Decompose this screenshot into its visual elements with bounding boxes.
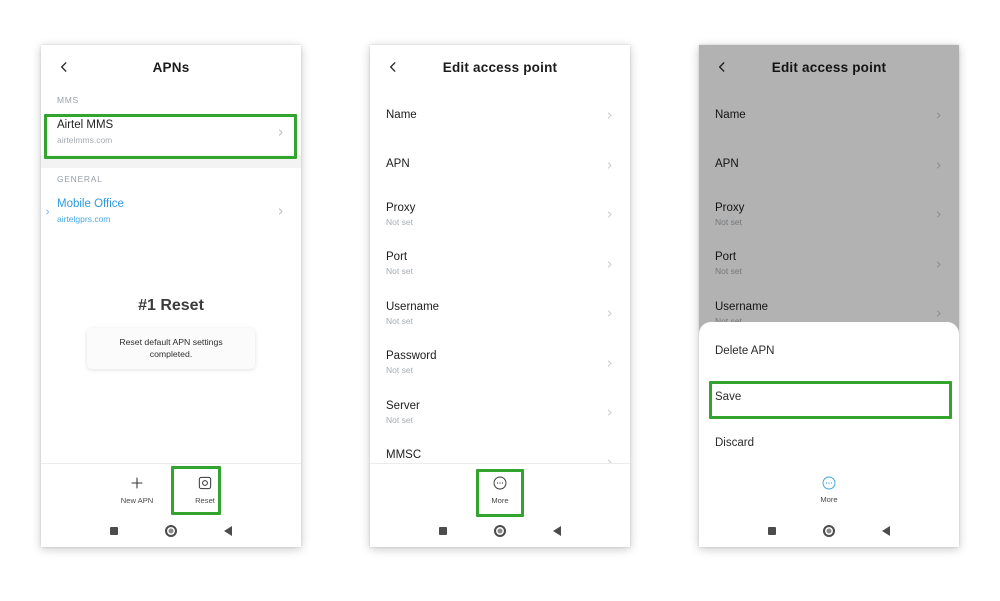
screen-edit-access-point-sheet: Edit access point Name APN Proxy Not set…: [699, 45, 959, 547]
reset-button[interactable]: Reset: [182, 471, 228, 509]
setting-value: Not set: [386, 216, 413, 227]
setting-title: Port: [386, 251, 408, 264]
screen-edit-access-point: Edit access point Name APN Proxy Not set…: [370, 45, 630, 547]
chevron-right-icon: [604, 307, 614, 321]
setting-title: Name: [386, 108, 417, 121]
appbar-apns: APNs: [41, 45, 301, 89]
phone-screen-edit-apn-sheet: Edit access point Name APN Proxy Not set…: [699, 45, 959, 547]
new-apn-label: New APN: [120, 495, 154, 505]
system-nav-bar: [699, 515, 959, 547]
page-title: Edit access point: [442, 59, 558, 75]
home-circle-icon[interactable]: [164, 525, 177, 537]
list-item-title: Airtel MMS: [57, 119, 114, 131]
chevron-right-icon: [604, 208, 614, 222]
reset-label: Reset: [195, 495, 215, 505]
setting-title: Password: [386, 350, 437, 363]
reset-icon: [197, 475, 214, 492]
appbar-edit-access-point: Edit access point: [370, 45, 630, 89]
list-item-title: Mobile Office: [57, 198, 124, 211]
more-label: More: [491, 495, 509, 505]
list-item-texts: Airtel MMS airtelmms.com: [57, 118, 275, 146]
menu-item-save[interactable]: Save: [699, 374, 959, 420]
setting-texts: Username Not set: [386, 300, 604, 328]
setting-title: APN: [386, 158, 410, 171]
list-item-texts: Mobile Office airtelgprs.com: [57, 197, 275, 225]
page-title: APNs: [152, 59, 190, 75]
setting-texts: Proxy Not set: [386, 201, 604, 229]
setting-title: Server: [386, 399, 420, 412]
section-label-mms: MMS: [57, 95, 79, 105]
action-bar-apns: New APN Reset: [41, 463, 301, 515]
recents-square-icon[interactable]: [439, 527, 448, 535]
chevron-right-icon: [604, 158, 614, 172]
chevron-right-icon: [604, 257, 614, 271]
more-circle-icon: [492, 475, 509, 492]
phone-screen-apn-list: APNs MMS Airtel MMS airtelmms.com GENERA…: [41, 45, 301, 547]
chevron-right-icon: [604, 406, 614, 420]
setting-row-password[interactable]: Password Not set: [370, 339, 630, 389]
screenshot-canvas: APNs MMS Airtel MMS airtelmms.com GENERA…: [0, 0, 1000, 601]
back-triangle-icon[interactable]: [223, 526, 232, 536]
setting-title: Proxy: [386, 201, 416, 214]
setting-texts: Port Not set: [386, 250, 604, 278]
setting-row-port[interactable]: Port Not set: [370, 240, 630, 290]
selected-marker-icon: [44, 207, 51, 217]
more-button[interactable]: More: [806, 470, 852, 508]
settings-list: Name APN Proxy Not set Port Not set User…: [370, 89, 630, 487]
chevron-right-icon: [275, 205, 285, 219]
setting-value: Not set: [386, 365, 413, 376]
setting-row-apn[interactable]: APN: [370, 141, 630, 191]
chevron-right-icon: [604, 356, 614, 370]
section-label-general: GENERAL: [57, 174, 103, 185]
setting-texts: Password Not set: [386, 349, 604, 377]
more-label: More: [820, 495, 838, 504]
chevron-right-icon: [275, 125, 285, 139]
home-circle-icon[interactable]: [493, 525, 506, 537]
system-nav-bar: [41, 515, 301, 547]
step-heading: #1 Reset: [138, 296, 204, 314]
list-item-airtel-mms[interactable]: Airtel MMS airtelmms.com: [41, 109, 301, 156]
phone-screen-edit-apn: Edit access point Name APN Proxy Not set…: [370, 45, 630, 547]
menu-item-delete-apn[interactable]: Delete APN: [699, 328, 959, 374]
setting-value: Not set: [386, 315, 413, 326]
setting-texts: Server Not set: [386, 399, 604, 427]
toast-message: Reset default APN settings completed.: [87, 327, 255, 370]
setting-texts: Name: [386, 108, 604, 124]
setting-row-proxy[interactable]: Proxy Not set: [370, 190, 630, 240]
setting-value: Not set: [386, 266, 413, 277]
list-item-mobile-office[interactable]: Mobile Office airtelgprs.com: [41, 188, 301, 235]
setting-row-server[interactable]: Server Not set: [370, 388, 630, 438]
recents-square-icon[interactable]: [768, 527, 777, 535]
bottom-sheet-menu: Delete APN Save Discard More: [699, 322, 959, 547]
menu-item-discard[interactable]: Discard: [699, 420, 959, 466]
action-bar-edit-apn: More: [699, 463, 959, 515]
back-triangle-icon[interactable]: [881, 526, 890, 536]
more-circle-icon: [821, 474, 838, 491]
setting-value: Not set: [386, 414, 413, 425]
setting-texts: APN: [386, 157, 604, 173]
home-circle-icon[interactable]: [822, 525, 835, 537]
more-button[interactable]: More: [477, 471, 523, 509]
list-divider-gap: [41, 155, 301, 169]
chevron-left-icon[interactable]: [386, 60, 400, 74]
back-triangle-icon[interactable]: [552, 526, 561, 536]
screen-apns: APNs MMS Airtel MMS airtelmms.com GENERA…: [41, 45, 301, 547]
list-item-subtitle: airtelgprs.com: [57, 213, 111, 224]
system-nav-bar: [370, 515, 630, 547]
plus-icon: [129, 475, 146, 492]
action-bar-edit-apn: More: [370, 463, 630, 515]
setting-row-name[interactable]: Name: [370, 91, 630, 141]
chevron-right-icon: [604, 109, 614, 123]
list-item-subtitle: airtelmms.com: [57, 134, 113, 145]
setting-title: MMSC: [386, 449, 422, 462]
setting-title: Username: [386, 300, 440, 313]
setting-row-username[interactable]: Username Not set: [370, 289, 630, 339]
new-apn-button[interactable]: New APN: [114, 471, 160, 509]
chevron-left-icon[interactable]: [57, 60, 71, 74]
recents-square-icon[interactable]: [110, 527, 119, 535]
